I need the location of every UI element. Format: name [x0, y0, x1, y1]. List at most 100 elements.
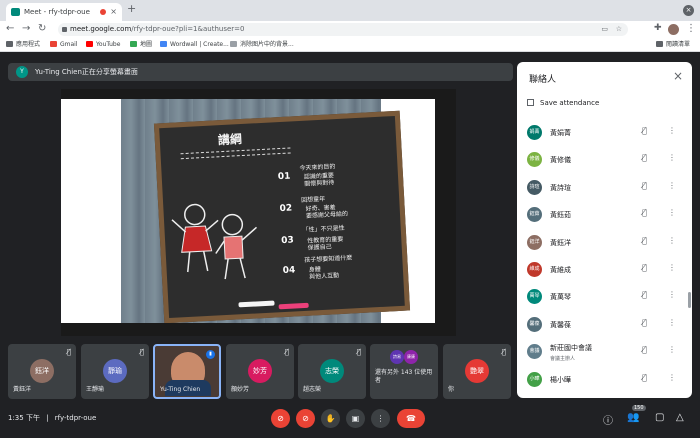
bookmark-maps[interactable]: 地圖 — [130, 40, 152, 50]
participant-tile[interactable]: 志榮 趙志榮 🎙̸ — [298, 344, 366, 399]
more-options-icon[interactable]: ⋮ — [668, 345, 676, 354]
section-bullet: 保護自己 — [307, 243, 332, 252]
tile-avatar: 妙芳 — [248, 359, 272, 383]
leave-call-button[interactable]: ☎ — [397, 409, 425, 428]
chalkboard: 講綱 01 今天來的目的 認識的重要 關懷與對待 02 回想童年 好奇、害羞 要… — [153, 110, 411, 323]
section-number: 01 — [277, 171, 291, 183]
more-options-icon[interactable]: ⋮ — [668, 318, 676, 327]
mic-muted-icon[interactable]: 🎙̸ — [642, 318, 647, 327]
reading-list[interactable]: 閱讀清單 — [656, 40, 690, 50]
more-options-icon[interactable]: ⋮ — [668, 208, 676, 217]
tile-avatar: 靜瑜 — [103, 359, 127, 383]
participant-row[interactable]: 修儀 黃修儀 🎙̸ ⋮ — [527, 150, 687, 168]
camera-icon[interactable]: ▭ — [601, 23, 608, 36]
new-tab-button[interactable]: + — [127, 2, 136, 15]
participant-name: 黃詩瑄 — [550, 183, 571, 192]
mic-muted-icon[interactable]: 🎙̸ — [642, 263, 647, 272]
participant-row[interactable]: 小曄 楊小曄 🎙̸ ⋮ — [527, 370, 687, 388]
participant-row[interactable]: 馨葆 黃馨葆 🎙̸ ⋮ — [527, 315, 687, 333]
participant-tile[interactable]: 詩易 康康 還有另外 143 位使用者 — [370, 344, 438, 399]
participant-tile[interactable]: 艷翠你 🎙̸ — [443, 344, 511, 399]
url-input[interactable]: meet.google.com/rfy-tdpr-oue?pli=1&authu… — [58, 23, 628, 36]
participant-row[interactable]: 鈺洋 黃鈺洋 🎙̸ ⋮ — [527, 233, 687, 251]
window-close-icon[interactable]: × — [683, 5, 694, 16]
more-options-icon[interactable]: ⋮ — [668, 263, 676, 272]
forward-icon[interactable]: → — [22, 23, 30, 34]
chalk-piece-white — [238, 300, 275, 308]
participant-tile[interactable]: 鈺洋 黃鈺洋 🎙̸ — [8, 344, 76, 399]
more-options-icon[interactable]: ⋮ — [668, 153, 676, 162]
tab-meet[interactable]: Meet - rfy-tdpr-oue × — [6, 3, 122, 21]
save-attendance-button[interactable]: Save attendance — [527, 99, 599, 107]
mic-muted-icon[interactable]: 🎙̸ — [642, 236, 647, 245]
more-options-icon[interactable]: ⋮ — [668, 290, 676, 299]
speaking-indicator-icon: ▮ — [206, 350, 215, 359]
mic-muted-icon[interactable]: 🎙̸ — [642, 373, 647, 382]
bookmark-apps[interactable]: 應用程式 — [6, 40, 40, 50]
bookmarks-bar: 應用程式 Gmail YouTube 地圖 Wordwall | Create.… — [0, 38, 700, 52]
meeting-code: rfy-tdpr-oue — [54, 414, 97, 422]
participant-row[interactable]: 維成 黃維成 🎙̸ ⋮ — [527, 260, 687, 278]
participant-name: 黃鈺茹 — [550, 211, 571, 220]
panel-scrollbar[interactable] — [688, 292, 691, 308]
tile-name: 趙志榮 — [303, 386, 322, 393]
extensions-icon[interactable]: ✚ — [654, 23, 662, 33]
participant-row[interactable]: 會議 新莊國中會議 會議主辦人 🎙̸ ⋮ — [527, 342, 687, 363]
participant-role: 會議主辦人 — [550, 356, 576, 363]
meeting-details-icon[interactable]: ⓘ — [603, 412, 613, 427]
participant-tile[interactable]: ▮ Yu-Ting Chien — [153, 344, 221, 399]
mic-muted-icon[interactable]: 🎙̸ — [642, 290, 647, 299]
panel-close-button[interactable]: × — [673, 69, 683, 83]
raise-hand-button[interactable]: ✋ — [321, 409, 340, 428]
camera-off-button[interactable]: ⊘ — [296, 409, 315, 428]
mic-muted-icon[interactable]: 🎙̸ — [642, 208, 647, 217]
url-path: /rfy-tdpr-oue?pli=1&authuser=0 — [131, 25, 245, 33]
more-options-button[interactable]: ⋮ — [371, 409, 390, 428]
mic-off-button[interactable]: ⊘ — [271, 409, 290, 428]
tile-name: Yu-Ting Chien — [160, 386, 201, 393]
more-options-icon[interactable]: ⋮ — [668, 236, 676, 245]
browser-tab-bar: Meet - rfy-tdpr-oue × + × — [0, 0, 700, 21]
tab-close-button[interactable]: × — [110, 3, 117, 21]
bookmark-youtube[interactable]: YouTube — [86, 40, 120, 50]
reload-icon[interactable]: ↻ — [38, 23, 46, 34]
gmail-icon — [50, 41, 57, 47]
chalk-piece-pink — [278, 302, 309, 310]
section-number: 04 — [282, 265, 296, 277]
remove-bg-icon — [230, 41, 237, 47]
mic-muted-icon[interactable]: 🎙̸ — [642, 181, 647, 190]
menu-icon[interactable]: ⋮ — [686, 23, 696, 34]
bookmark-remove-bg[interactable]: 消除图片中的背景... — [230, 40, 294, 50]
participant-row[interactable]: 鈺茹 黃鈺茹 🎙̸ ⋮ — [527, 205, 687, 223]
participant-tile[interactable]: 靜瑜 王靜瑜 🎙̸ — [81, 344, 149, 399]
participant-count-badge: 150 — [632, 405, 646, 411]
participant-row[interactable]: 娟菁 黃娟菁 🎙̸ ⋮ — [527, 123, 687, 141]
bookmark-gmail[interactable]: Gmail — [50, 40, 78, 50]
mic-muted-icon: 🎙̸ — [139, 348, 144, 356]
section-number: 02 — [279, 203, 293, 215]
section-heading: 「性」不只是性 — [302, 224, 345, 234]
meeting-info: 1:35 下午 | rfy-tdpr-oue — [8, 413, 96, 423]
star-icon[interactable]: ☆ — [616, 23, 622, 36]
tile-avatar-2: 康康 — [404, 350, 418, 364]
participant-tile[interactable]: 妙芳 顏妙芳 🎙̸ — [226, 344, 294, 399]
participant-row[interactable]: 萬琴 黃萬琴 🎙̸ ⋮ — [527, 287, 687, 305]
participant-row[interactable]: 詩瑄 黃詩瑄 🎙̸ ⋮ — [527, 178, 687, 196]
present-button[interactable]: ▣ — [346, 409, 365, 428]
mic-muted-icon[interactable]: 🎙̸ — [642, 345, 647, 354]
participant-name: 黃馨葆 — [550, 320, 571, 329]
more-options-icon[interactable]: ⋮ — [668, 126, 676, 135]
profile-avatar[interactable] — [668, 24, 679, 35]
chat-icon[interactable]: ▢ — [655, 412, 664, 423]
bookmark-wordwall[interactable]: Wordwall | Create... — [160, 40, 229, 50]
mic-muted-icon[interactable]: 🎙̸ — [642, 153, 647, 162]
back-icon[interactable]: ← — [6, 23, 14, 34]
tile-name: 還有另外 143 位使用者 — [375, 369, 433, 384]
tile-avatar: 志榮 — [320, 359, 344, 383]
activities-icon[interactable]: △ — [676, 412, 684, 423]
participant-avatar: 會議 — [527, 344, 542, 360]
more-options-icon[interactable]: ⋮ — [668, 181, 676, 190]
mic-muted-icon[interactable]: 🎙̸ — [642, 126, 647, 135]
more-options-icon[interactable]: ⋮ — [668, 373, 676, 382]
people-icon[interactable]: 👥 — [627, 412, 639, 423]
